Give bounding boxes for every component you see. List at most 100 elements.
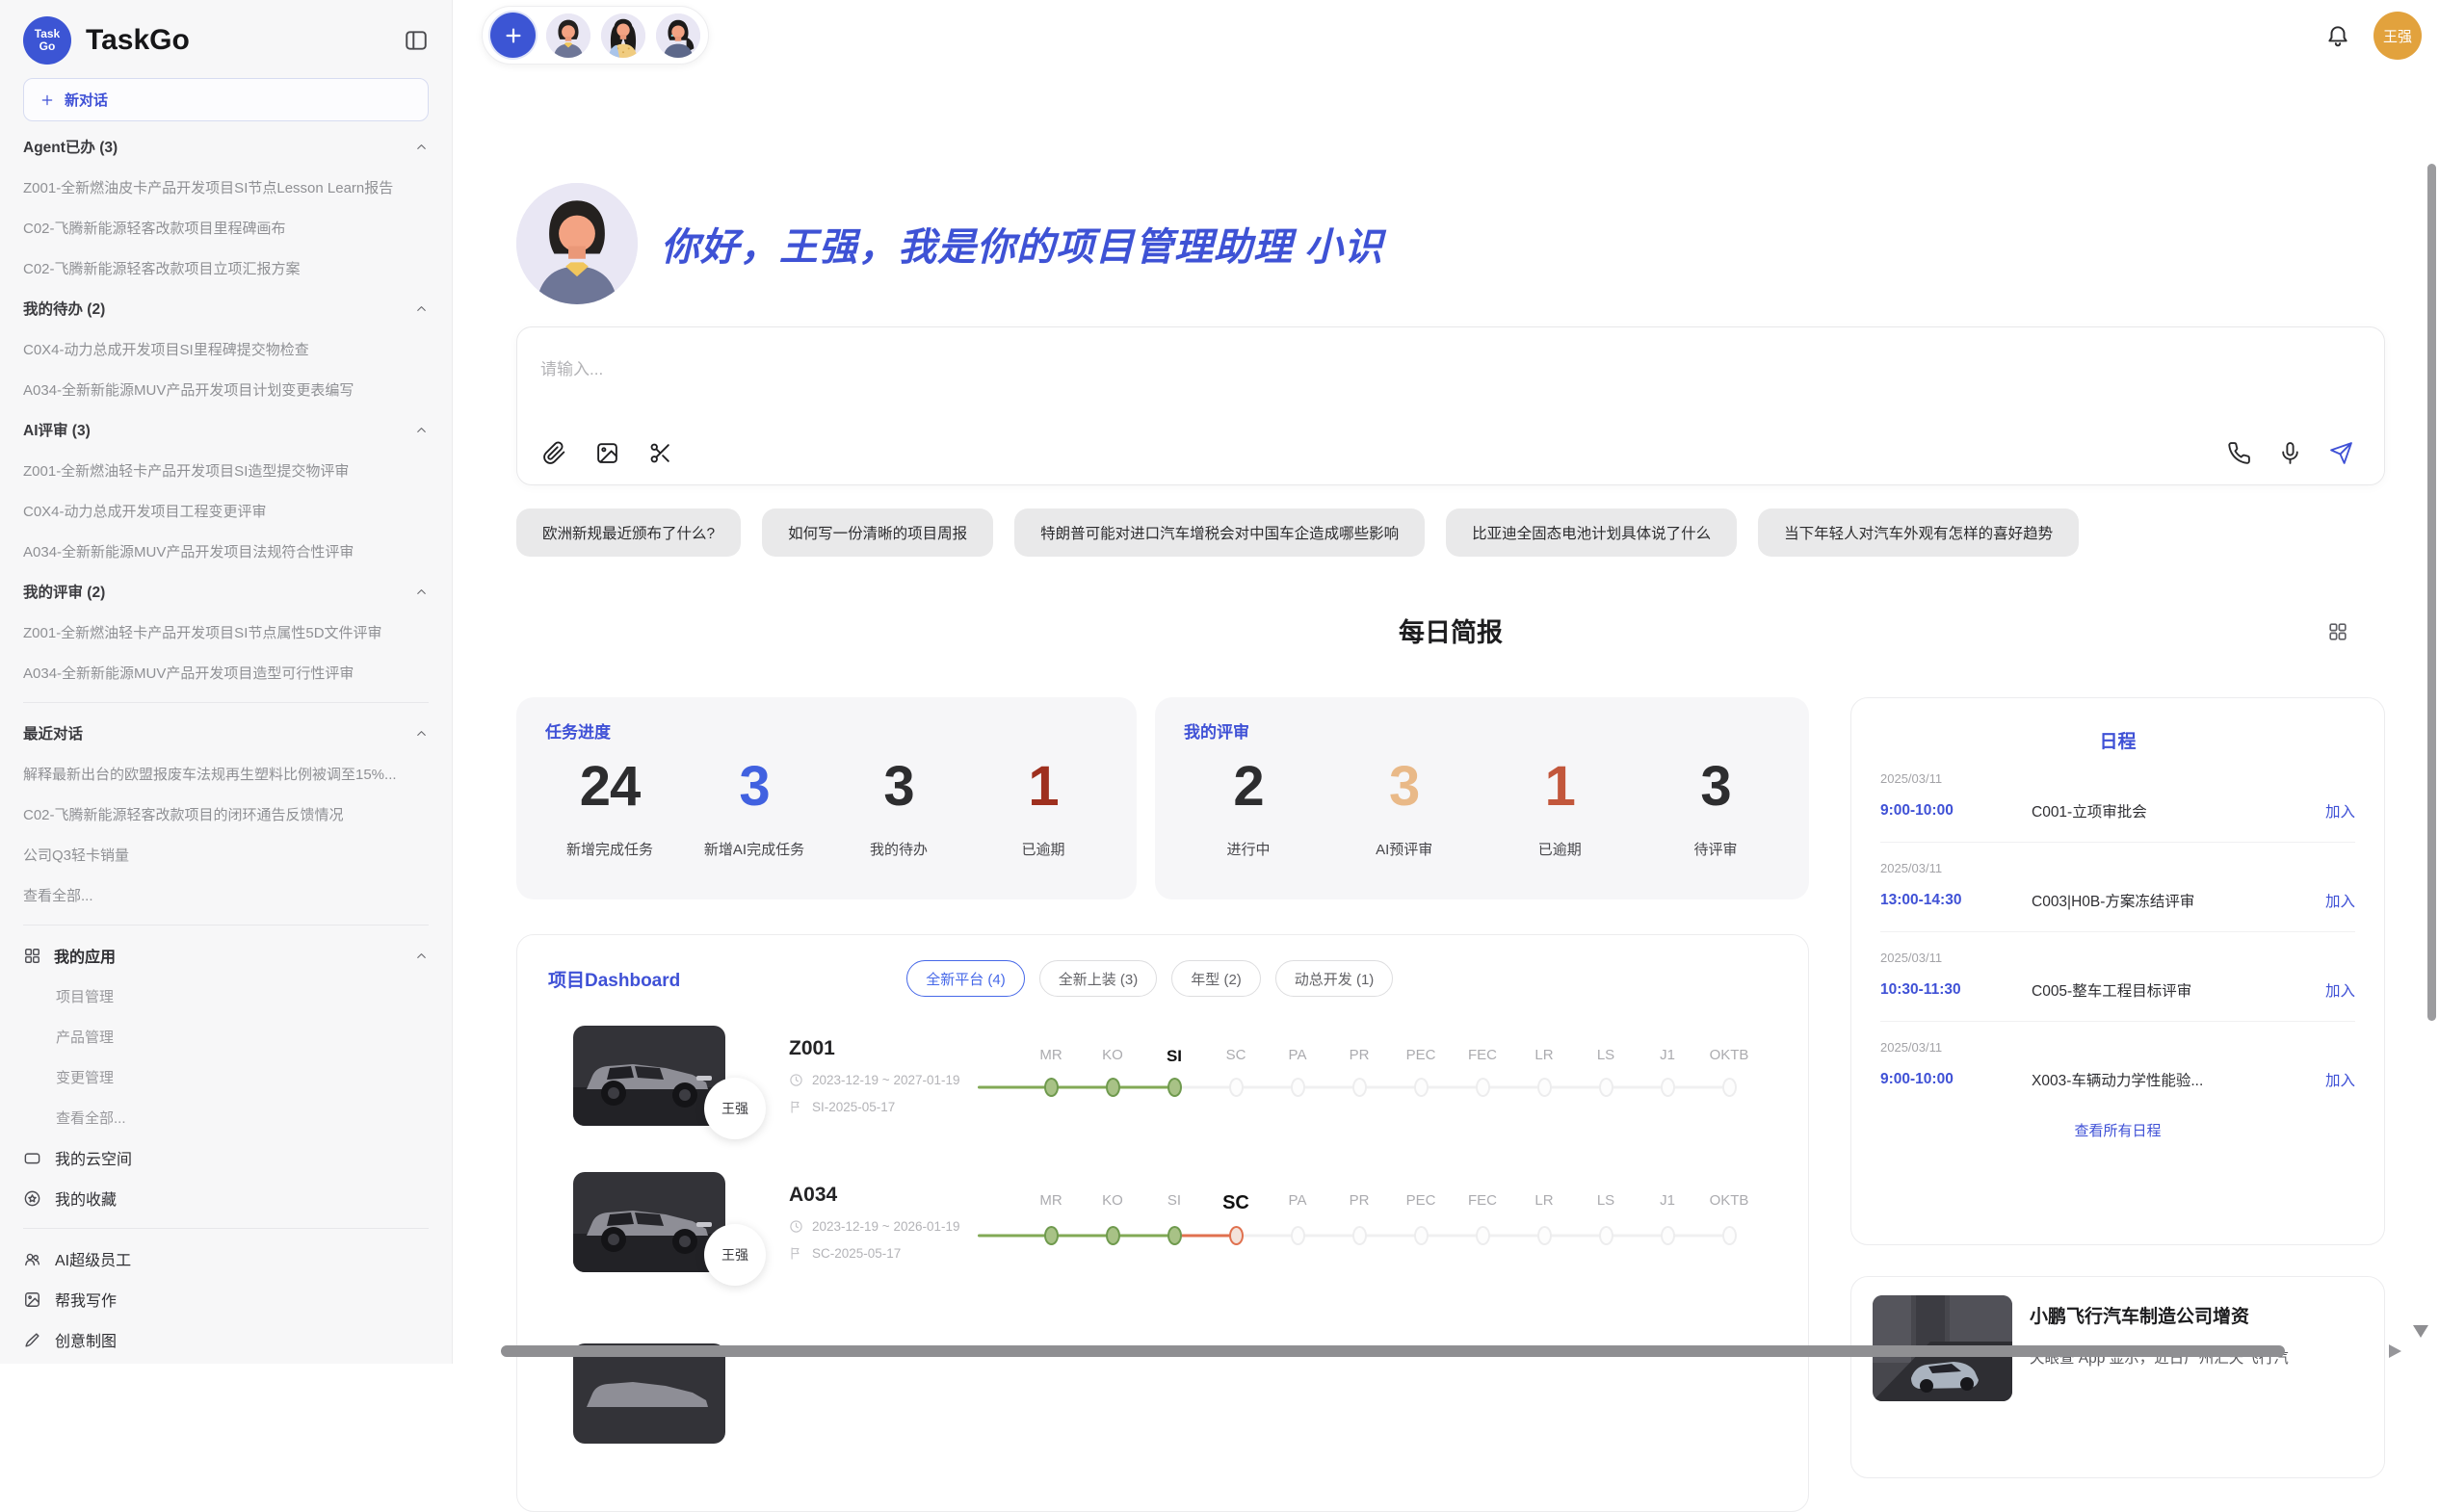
project-date-range: 2023-12-19 ~ 2027-01-19 <box>812 1073 960 1087</box>
suggestion-chip[interactable]: 欧洲新规最近颁布了什么? <box>516 508 741 557</box>
sidebar-item-favorites[interactable]: 我的收藏 <box>23 1178 429 1218</box>
suggestion-chip[interactable]: 如何写一份清晰的项目周报 <box>762 508 993 557</box>
section-my-apps[interactable]: 我的应用 <box>23 935 429 976</box>
list-item[interactable]: A034-全新新能源MUV产品开发项目造型可行性评审 <box>23 652 429 692</box>
scroll-down-arrow-icon[interactable] <box>2413 1325 2428 1338</box>
pen-icon <box>23 1331 41 1349</box>
sidebar-item-creative-draw[interactable]: 创意制图 <box>23 1319 429 1360</box>
people-icon <box>23 1250 41 1268</box>
section-ai-review[interactable]: AI评审 (3) <box>23 409 429 450</box>
section-my-todo[interactable]: 我的待办 (2) <box>23 288 429 328</box>
suggestion-chip[interactable]: 比亚迪全固态电池计划具体说了什么 <box>1446 508 1737 557</box>
sidebar-item-cloud-space[interactable]: 我的云空间 <box>23 1137 429 1178</box>
topbar-right: 王强 <box>2325 12 2422 60</box>
suggestion-chip[interactable]: 特朗普可能对进口汽车增税会对中国车企造成哪些影响 <box>1014 508 1425 557</box>
view-all-schedule-link[interactable]: 查看所有日程 <box>1880 1120 2355 1140</box>
list-item[interactable]: Z001-全新燃油轻卡产品开发项目SI造型提交物评审 <box>23 450 429 490</box>
app-item-change-mgmt[interactable]: 变更管理 <box>23 1056 429 1097</box>
project-date-range: 2023-12-19 ~ 2026-01-19 <box>812 1219 960 1234</box>
horizontal-scrollbar[interactable] <box>501 1345 2285 1357</box>
filter-new-body[interactable]: 全新上装 (3) <box>1039 960 1158 997</box>
project-image: 王强 <box>573 1172 725 1272</box>
list-item[interactable]: A034-全新新能源MUV产品开发项目计划变更表编写 <box>23 369 429 409</box>
notification-bell-icon[interactable] <box>2325 23 2350 48</box>
phone-call-icon[interactable] <box>2227 441 2251 465</box>
project-row-a034[interactable]: 王强 A034 2023-12-19 ~ 2026-01-19 SC-2025-… <box>548 1149 1777 1295</box>
project-row-z001[interactable]: 王强 Z001 2023-12-19 ~ 2027-01-19 SI-2025-… <box>548 1003 1777 1149</box>
news-card[interactable]: 小鹏飞行汽车制造公司增资 天眼查 App 显示，近日广州汇天飞行汽 <box>1850 1276 2385 1478</box>
app-item-project-mgmt[interactable]: 项目管理 <box>23 976 429 1016</box>
recent-chat-item[interactable]: 解释最新出台的欧盟报废车法规再生塑料比例被调至15%... <box>23 753 429 794</box>
join-button[interactable]: 加入 <box>2325 1069 2355 1090</box>
briefing-grid-icon[interactable] <box>2327 621 2348 642</box>
recent-chat-item[interactable]: C02-飞腾新能源轻客改款项目的闭环通告反馈情况 <box>23 794 429 834</box>
agent-avatar[interactable] <box>546 13 590 58</box>
project-flag: SC-2025-05-17 <box>812 1246 901 1261</box>
my-review-card: 我的评审 2 进行中 3 AI预评审 1 已逾期 3 待评审 <box>1155 697 1809 899</box>
chat-input[interactable] <box>540 343 2159 397</box>
list-item[interactable]: Z001-全新燃油轻卡产品开发项目SI节点属性5D文件评审 <box>23 612 429 652</box>
schedule-item: 2025/03/11 9:00-10:00 X003-车辆动力学性能验... 加… <box>1880 1022 2355 1110</box>
sidebar-header: Task Go TaskGo <box>23 15 429 65</box>
owner-badge: 王强 <box>704 1078 766 1139</box>
dashboard-filters: 全新平台 (4) 全新上装 (3) 年型 (2) 动总开发 (1) <box>906 960 1393 997</box>
scroll-right-arrow-icon[interactable] <box>2389 1344 2401 1358</box>
sidebar-item-ai-employees[interactable]: AI超级员工 <box>23 1238 429 1279</box>
new-chat-button[interactable]: 新对话 <box>23 78 429 121</box>
vertical-scrollbar[interactable] <box>2427 164 2436 1021</box>
attachment-icon[interactable] <box>542 441 566 465</box>
project-row-partial[interactable] <box>548 1320 1777 1467</box>
card-title: 任务进度 <box>545 718 1108 743</box>
star-icon <box>23 1189 41 1208</box>
app-item-product-mgmt[interactable]: 产品管理 <box>23 1016 429 1056</box>
new-chat-label: 新对话 <box>65 90 108 110</box>
sidebar-collapse-icon[interactable] <box>404 28 429 53</box>
section-agent-done[interactable]: Agent已办 (3) <box>23 126 429 167</box>
list-item[interactable]: Z001-全新燃油皮卡产品开发项目SI节点Lesson Learn报告 <box>23 167 429 207</box>
join-button[interactable]: 加入 <box>2325 890 2355 911</box>
list-item[interactable]: C02-飞腾新能源轻客改款项目里程碑画布 <box>23 207 429 248</box>
add-agent-button[interactable] <box>490 13 536 58</box>
stat-ai-pre-review: 3 AI预评审 <box>1353 756 1456 859</box>
schedule-time: 10:30-11:30 <box>1880 981 2032 999</box>
project-name: Z001 <box>789 1037 1012 1060</box>
suggestion-chip[interactable]: 当下年轻人对汽车外观有怎样的喜好趋势 <box>1758 508 2079 557</box>
sidebar: Task Go TaskGo 新对话 Agent已办 (3) Z001-全新燃油… <box>0 0 453 1364</box>
apps-grid-icon <box>23 947 41 965</box>
apps-view-all[interactable]: 查看全部... <box>23 1097 429 1137</box>
chevron-up-icon <box>414 423 429 437</box>
recent-chat-item[interactable]: 公司Q3轻卡销量 <box>23 834 429 874</box>
main-area: 王强 你好，王强，我是你的项目管理助理 小识 欧洲新规最近颁布了什么? 如何写一… <box>453 0 2439 1364</box>
scissors-icon[interactable] <box>648 441 672 465</box>
list-item[interactable]: C0X4-动力总成开发项目SI里程碑提交物检查 <box>23 328 429 369</box>
dashboard-title: 项目Dashboard <box>548 966 680 992</box>
stat-in-progress: 2 进行中 <box>1197 756 1299 859</box>
stat-my-todo: 3 我的待办 <box>848 756 950 859</box>
schedule-item: 2025/03/11 9:00-10:00 C001-立项审批会 加入 <box>1880 753 2355 843</box>
user-avatar[interactable]: 王强 <box>2373 12 2422 60</box>
list-item[interactable]: C02-飞腾新能源轻客改款项目立项汇报方案 <box>23 248 429 288</box>
stat-pending-review: 3 待评审 <box>1665 756 1767 859</box>
join-button[interactable]: 加入 <box>2325 979 2355 1001</box>
image-upload-icon[interactable] <box>595 441 619 465</box>
task-progress-card: 任务进度 24 新增完成任务 3 新增AI完成任务 3 我的待办 1 已逾期 <box>516 697 1137 899</box>
filter-new-platform[interactable]: 全新平台 (4) <box>906 960 1025 997</box>
section-recent-chats[interactable]: 最近对话 <box>23 713 429 753</box>
list-item[interactable]: C0X4-动力总成开发项目工程变更评审 <box>23 490 429 531</box>
schedule-time: 9:00-10:00 <box>1880 802 2032 820</box>
list-item[interactable]: A034-全新新能源MUV产品开发项目法规符合性评审 <box>23 531 429 571</box>
agent-avatar[interactable] <box>656 13 700 58</box>
sidebar-item-help-write[interactable]: 帮我写作 <box>23 1279 429 1319</box>
filter-powertrain[interactable]: 动总开发 (1) <box>1275 960 1394 997</box>
filter-model-year[interactable]: 年型 (2) <box>1171 960 1261 997</box>
schedule-date: 2025/03/11 <box>1880 1040 2355 1055</box>
section-my-review[interactable]: 我的评审 (2) <box>23 571 429 612</box>
join-button[interactable]: 加入 <box>2325 800 2355 821</box>
microphone-icon[interactable] <box>2278 441 2302 465</box>
greeting-block: 你好，王强，我是你的项目管理助理 小识 <box>516 183 1383 304</box>
project-dashboard-card: 项目Dashboard 全新平台 (4) 全新上装 (3) 年型 (2) 动总开… <box>516 934 1809 1512</box>
send-icon[interactable] <box>2329 441 2353 465</box>
chevron-up-icon <box>414 949 429 963</box>
recent-view-all[interactable]: 查看全部... <box>23 874 429 915</box>
agent-avatar[interactable] <box>601 13 645 58</box>
